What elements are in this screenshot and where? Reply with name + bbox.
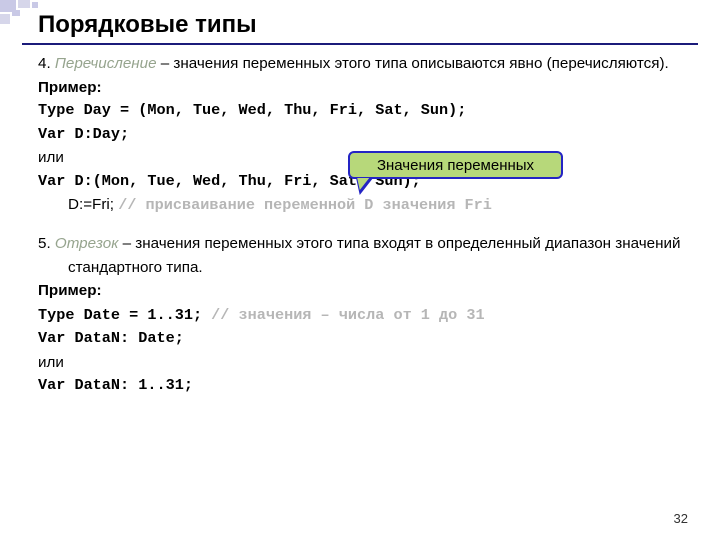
section-4-num: 4. — [38, 55, 55, 72]
section-4-rest: – значения переменных этого типа описыва… — [157, 55, 669, 72]
code-line-7: Var DataN: 1..31; — [38, 374, 690, 398]
section-4-term: Перечисление — [55, 55, 157, 72]
body-content: 4. Перечисление – значения переменных эт… — [38, 52, 690, 398]
code-line-5: Type Date = 1..31; // значения – числа о… — [38, 303, 690, 328]
spacer — [38, 218, 690, 232]
code-line-1: Type Day = (Mon, Tue, Wed, Thu, Fri, Sat… — [38, 99, 690, 123]
example-label-2: Пример: — [38, 279, 690, 303]
code-5-bold: Type Date = 1..31; — [38, 306, 211, 324]
code-4-prefix: D:=Fri; — [68, 196, 118, 213]
section-4: 4. Перечисление – значения переменных эт… — [38, 52, 690, 76]
section-5-rest: – значения переменных этого типа входят … — [68, 235, 680, 276]
callout-text: Значения переменных — [377, 157, 534, 174]
section-5-term: Отрезок — [55, 235, 119, 252]
or-2: или — [38, 351, 690, 375]
example-label-1: Пример: — [38, 76, 690, 100]
slide-title: Порядковые типы — [38, 11, 257, 39]
title-underline — [22, 43, 698, 45]
section-5-num: 5. — [38, 235, 55, 252]
page-number: 32 — [674, 511, 688, 526]
code-line-2: Var D:Day; — [38, 123, 690, 147]
code-line-4: D:=Fri; // присваивание переменной D зна… — [38, 193, 690, 218]
code-4-comment: // присваивание переменной D значения Fr… — [118, 196, 492, 214]
section-5: 5. Отрезок – значения переменных этого т… — [38, 232, 690, 279]
code-line-6: Var DataN: Date; — [38, 327, 690, 351]
code-5-comment: // значения – числа от 1 до 31 — [211, 306, 484, 324]
callout-box: Значения переменных — [348, 151, 563, 179]
